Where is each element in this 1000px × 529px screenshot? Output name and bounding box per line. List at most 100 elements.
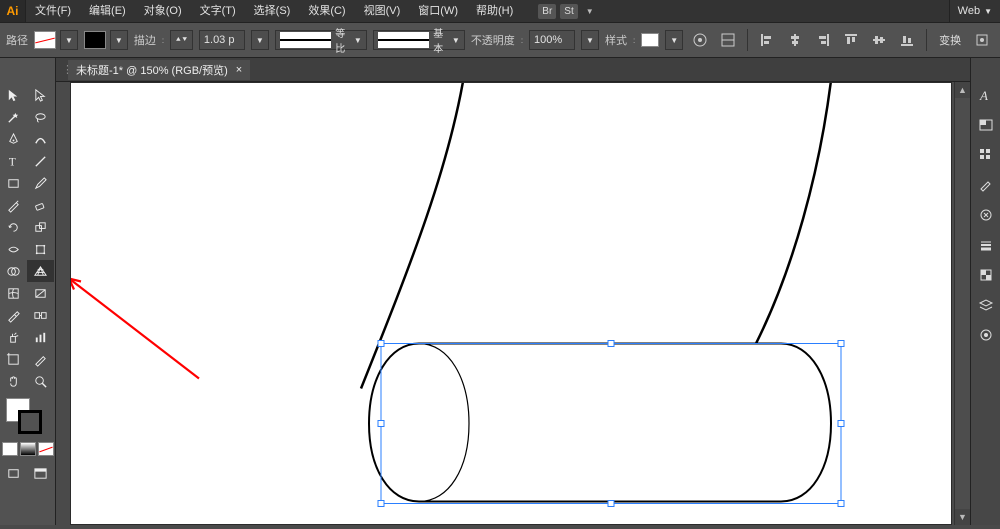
- opacity-dropdown[interactable]: ▼: [581, 30, 599, 50]
- align-left-icon[interactable]: [756, 29, 778, 51]
- gradient-tool[interactable]: [27, 282, 54, 304]
- workspace-switcher[interactable]: Web ▼: [949, 0, 1000, 22]
- paintbrush-tool[interactable]: [27, 172, 54, 194]
- align-hcenter-icon[interactable]: [784, 29, 806, 51]
- color-mode-solid[interactable]: [2, 442, 18, 456]
- transform-button[interactable]: 变换: [935, 32, 965, 48]
- type-tool[interactable]: T: [0, 150, 27, 172]
- menu-help[interactable]: 帮助(H): [467, 0, 522, 22]
- artboard-tool[interactable]: [0, 348, 27, 370]
- bridge-badge[interactable]: Br: [538, 4, 556, 19]
- magic-wand-tool[interactable]: [0, 106, 27, 128]
- color-mode-gradient[interactable]: [20, 442, 36, 456]
- menu-select[interactable]: 选择(S): [245, 0, 300, 22]
- toolbox: T: [0, 58, 56, 525]
- direct-selection-tool[interactable]: [27, 84, 54, 106]
- right-panel-dock: A: [970, 58, 1000, 525]
- zoom-tool[interactable]: [27, 370, 54, 392]
- brushes-panel-icon[interactable]: [975, 174, 997, 196]
- screen-mode-toggle[interactable]: [27, 462, 54, 484]
- stroke-panel-icon[interactable]: [975, 234, 997, 256]
- canvas[interactable]: [70, 82, 952, 525]
- menu-object[interactable]: 对象(O): [135, 0, 191, 22]
- color-panel-icon[interactable]: [975, 114, 997, 136]
- pencil-tool[interactable]: [0, 194, 27, 216]
- stroke-unit-dropdown[interactable]: ▼: [251, 30, 269, 50]
- align-bottom-icon[interactable]: [896, 29, 918, 51]
- scroll-up-icon[interactable]: ▲: [955, 82, 970, 98]
- fill-dropdown[interactable]: ▼: [60, 30, 78, 50]
- menu-file[interactable]: 文件(F): [26, 0, 80, 22]
- stroke-weight-input[interactable]: [199, 30, 245, 50]
- stroke-swatch[interactable]: [84, 31, 106, 49]
- curvature-tool[interactable]: [27, 128, 54, 150]
- graphic-style-swatch[interactable]: [641, 33, 659, 47]
- menu-type[interactable]: 文字(T): [191, 0, 245, 22]
- symbol-sprayer-tool[interactable]: [0, 326, 27, 348]
- svg-text:A: A: [979, 88, 988, 103]
- artwork: [71, 83, 951, 524]
- document-tab-title: 未标题-1* @ 150% (RGB/预览): [76, 62, 228, 78]
- menu-view[interactable]: 视图(V): [355, 0, 410, 22]
- vertical-scrollbar[interactable]: ▲ ▼: [954, 82, 970, 525]
- menu-window[interactable]: 窗口(W): [409, 0, 467, 22]
- canvas-area: ⋮⋮ 未标题-1* @ 150% (RGB/预览) ×: [56, 58, 970, 525]
- eyedropper-tool[interactable]: [0, 304, 27, 326]
- recolor-icon[interactable]: [689, 29, 711, 51]
- opacity-label: 不透明度: [471, 32, 515, 48]
- symbols-panel-icon[interactable]: [975, 204, 997, 226]
- close-tab-icon[interactable]: ×: [236, 64, 242, 76]
- selection-handles[interactable]: [378, 341, 844, 507]
- screen-mode-normal[interactable]: [0, 462, 27, 484]
- layers-panel-icon[interactable]: [975, 294, 997, 316]
- align-right-icon[interactable]: [812, 29, 834, 51]
- scroll-down-icon[interactable]: ▼: [955, 509, 970, 525]
- character-panel-icon[interactable]: A: [975, 84, 997, 106]
- app-logo: Ai: [0, 0, 26, 22]
- main-area: T: [0, 58, 1000, 525]
- stock-badge[interactable]: St: [560, 4, 577, 19]
- isolate-object-icon[interactable]: [971, 29, 993, 51]
- align-top-icon[interactable]: [840, 29, 862, 51]
- width-tool[interactable]: [0, 238, 27, 260]
- lasso-tool[interactable]: [27, 106, 54, 128]
- appearance-panel-icon[interactable]: [975, 324, 997, 346]
- align-panel-icon[interactable]: [717, 29, 739, 51]
- fill-swatch[interactable]: [34, 31, 56, 49]
- stroke-stepper-icon[interactable]: ⯅⯆: [170, 30, 193, 50]
- rotate-tool[interactable]: [0, 216, 27, 238]
- chevron-down-icon: ▼: [984, 7, 992, 16]
- selection-tool[interactable]: [0, 84, 27, 106]
- transparency-panel-icon[interactable]: [975, 264, 997, 286]
- align-vcenter-icon[interactable]: [868, 29, 890, 51]
- document-tab[interactable]: 未标题-1* @ 150% (RGB/预览) ×: [68, 60, 250, 80]
- stroke-indicator[interactable]: [18, 410, 42, 434]
- color-mode-none[interactable]: [38, 442, 54, 456]
- opacity-input[interactable]: [529, 30, 575, 50]
- mesh-tool[interactable]: [0, 282, 27, 304]
- scale-tool[interactable]: [27, 216, 54, 238]
- fill-stroke-indicator[interactable]: [0, 396, 55, 436]
- selection-mode-label: 路径: [6, 32, 28, 48]
- perspective-grid-tool[interactable]: [27, 260, 54, 282]
- slice-tool[interactable]: [27, 348, 54, 370]
- blend-tool[interactable]: [27, 304, 54, 326]
- style-dropdown[interactable]: ▼: [665, 30, 683, 50]
- menu-edit[interactable]: 编辑(E): [80, 0, 135, 22]
- rectangle-tool[interactable]: [0, 172, 27, 194]
- profile-label: 等比: [335, 25, 350, 55]
- brush-definition[interactable]: 基本 ▼: [373, 30, 465, 50]
- column-graph-tool[interactable]: [27, 326, 54, 348]
- style-label: 样式: [605, 32, 627, 48]
- variable-width-profile[interactable]: 等比 ▼: [275, 30, 367, 50]
- menu-bar: Ai 文件(F) 编辑(E) 对象(O) 文字(T) 选择(S) 效果(C) 视…: [0, 0, 1000, 22]
- hand-tool[interactable]: [0, 370, 27, 392]
- line-tool[interactable]: [27, 150, 54, 172]
- eraser-tool[interactable]: [27, 194, 54, 216]
- pen-tool[interactable]: [0, 128, 27, 150]
- swatches-panel-icon[interactable]: [975, 144, 997, 166]
- stroke-dropdown[interactable]: ▼: [110, 30, 128, 50]
- free-transform-tool[interactable]: [27, 238, 54, 260]
- menu-effect[interactable]: 效果(C): [299, 0, 354, 22]
- shape-builder-tool[interactable]: [0, 260, 27, 282]
